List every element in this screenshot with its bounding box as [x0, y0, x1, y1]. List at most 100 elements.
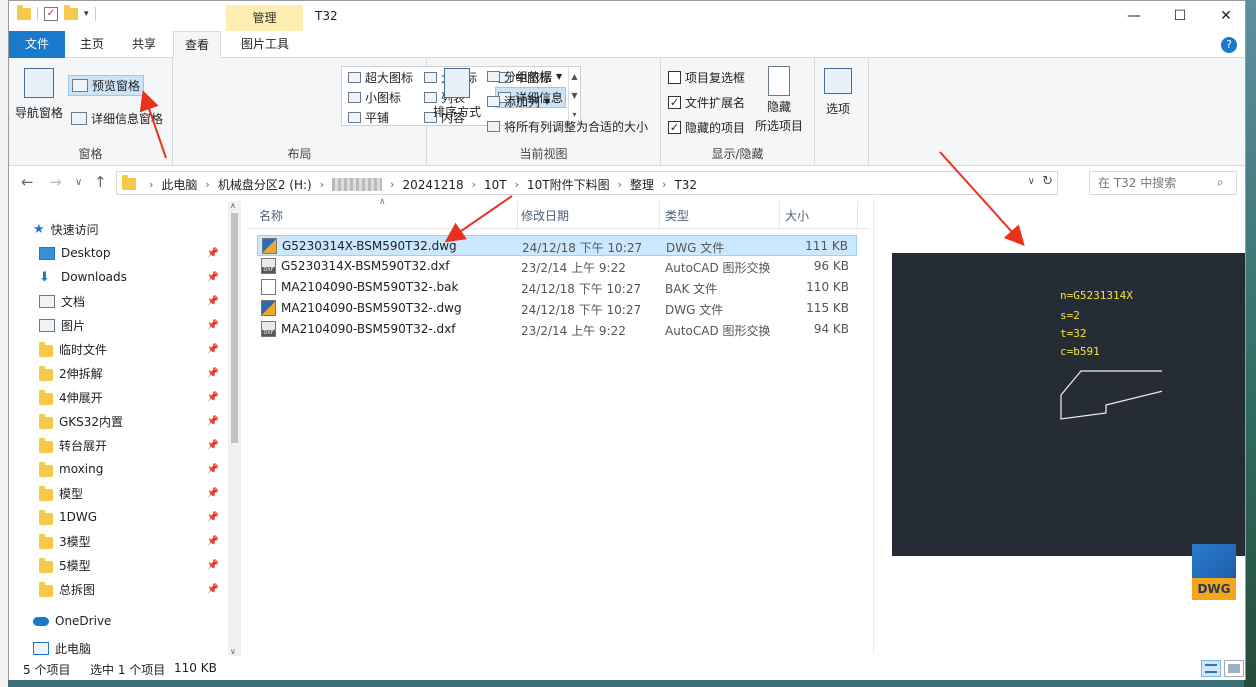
sidebar-item-this-pc[interactable]: 此电脑 — [33, 639, 253, 657]
breadcrumb-item[interactable]: 整理 — [630, 176, 654, 193]
column-divider[interactable] — [779, 201, 780, 229]
layout-small-icons[interactable]: 小图标 — [348, 89, 401, 106]
sidebar-item[interactable]: 总拆图 📌 — [39, 577, 259, 601]
file-row[interactable]: MA2104090-BSM590T32-.dwg 24/12/18 下午 10:2… — [257, 298, 857, 319]
file-row[interactable]: MA2104090-BSM590T32-.bak 24/12/18 下午 10:2… — [257, 277, 857, 298]
sidebar-item-onedrive[interactable]: OneDrive — [33, 609, 253, 633]
tab-file[interactable]: 文件 — [9, 31, 65, 58]
search-input[interactable]: 在 T32 中搜索 — [1089, 171, 1237, 195]
navigation-scrollbar[interactable]: ∧ ∨ — [228, 201, 241, 656]
scrollbar-thumb[interactable] — [231, 213, 238, 443]
forward-icon[interactable]: → — [49, 173, 62, 191]
search-icon[interactable]: ⌕ — [1217, 175, 1224, 190]
sidebar-item[interactable]: 模型 📌 — [39, 481, 259, 505]
pin-icon[interactable]: 📌 — [207, 536, 219, 547]
file-row[interactable]: G5230314X-BSM590T32.dxf 23/2/14 上午 9:22 Au… — [257, 256, 857, 277]
pin-icon[interactable]: 📌 — [207, 320, 219, 331]
pin-icon[interactable]: 📌 — [207, 512, 219, 523]
hidden-items-checkbox[interactable]: ✓ — [668, 121, 681, 134]
add-column-button[interactable]: 添加列 ▼ — [487, 93, 550, 110]
address-bar[interactable]: › 此电脑 › 机械盘分区2 (H:) › › 20241218 › 10T › 10T… — [116, 171, 1058, 195]
sidebar-item[interactable]: 1DWG 📌 — [39, 505, 259, 529]
breadcrumb-item[interactable]: 机械盘分区2 (H:) — [218, 176, 312, 193]
pin-icon[interactable]: 📌 — [207, 392, 219, 403]
details-pane-button[interactable]: 详细信息窗格 — [71, 110, 163, 127]
sidebar-item[interactable]: 转台展开 📌 — [39, 433, 259, 457]
help-icon[interactable]: ? — [1221, 37, 1237, 53]
sidebar-item[interactable]: 文档 📌 — [39, 289, 259, 313]
tab-picture-tools[interactable]: 图片工具 — [227, 31, 303, 58]
breadcrumb-item[interactable]: 20241218 — [403, 178, 464, 192]
breadcrumb-item-redacted[interactable] — [332, 178, 383, 191]
scroll-up-icon[interactable]: ∧ — [230, 201, 236, 210]
file-extensions-checkbox[interactable]: ✓ — [668, 96, 681, 109]
column-divider[interactable] — [517, 201, 518, 229]
column-header-date[interactable]: 修改日期 — [521, 207, 569, 224]
pin-icon[interactable]: 📌 — [207, 416, 219, 427]
pin-icon[interactable]: 📌 — [207, 368, 219, 379]
tab-manage[interactable]: 管理 — [226, 5, 303, 31]
sidebar-item[interactable]: Desktop 📌 — [39, 241, 259, 265]
column-header-size[interactable]: 大小 — [785, 207, 809, 224]
close-button[interactable]: ✕ — [1203, 1, 1249, 31]
navigation-pane-button[interactable]: 导航窗格 — [15, 68, 63, 121]
pin-icon[interactable]: 📌 — [207, 488, 219, 499]
pin-icon[interactable]: 📌 — [207, 248, 219, 259]
minimize-button[interactable]: — — [1111, 1, 1157, 31]
breadcrumb-item[interactable]: 此电脑 — [161, 176, 197, 193]
address-dropdown-icon[interactable]: ∨ — [1028, 176, 1035, 187]
hide-selected-button[interactable]: 隐藏 所选项目 — [755, 66, 803, 134]
pin-icon[interactable]: 📌 — [207, 344, 219, 355]
back-icon[interactable]: ← — [21, 173, 34, 191]
pin-icon[interactable]: 📌 — [207, 272, 219, 283]
hidden-items-toggle[interactable]: ✓ 隐藏的项目 — [668, 119, 745, 136]
pin-icon[interactable]: 📌 — [207, 584, 219, 595]
options-button[interactable]: 选项 — [824, 68, 852, 117]
breadcrumb-item[interactable]: 10T附件下料图 — [527, 176, 610, 193]
file-row[interactable]: G5230314X-BSM590T32.dwg 24/12/18 下午 10:27… — [257, 235, 857, 256]
large-icons-view-button[interactable] — [1224, 660, 1244, 677]
pane-divider[interactable] — [873, 199, 874, 654]
sidebar-item[interactable]: ⬇ Downloads 📌 — [39, 265, 259, 289]
refresh-icon[interactable]: ↻ — [1042, 174, 1053, 189]
sidebar-item[interactable]: 3模型 📌 — [39, 529, 259, 553]
tab-home[interactable]: 主页 — [69, 31, 115, 58]
pin-icon[interactable]: 📌 — [207, 560, 219, 571]
group-by-button[interactable]: 分组依据 ▼ — [487, 68, 562, 85]
up-icon[interactable]: ↑ — [94, 173, 107, 191]
customize-toolbar-icon[interactable]: ▾ — [84, 9, 89, 19]
pin-icon[interactable]: 📌 — [207, 296, 219, 307]
sidebar-item-quick-access[interactable]: ★ 快速访问 — [33, 217, 253, 241]
tab-share[interactable]: 共享 — [121, 31, 167, 58]
sidebar-item[interactable]: GKS32内置 📌 — [39, 409, 259, 433]
sidebar-item[interactable]: 5模型 📌 — [39, 553, 259, 577]
item-checkboxes-checkbox[interactable] — [668, 71, 681, 84]
file-extensions-toggle[interactable]: ✓ 文件扩展名 — [668, 94, 745, 111]
item-checkboxes-toggle[interactable]: 项目复选框 — [668, 69, 745, 86]
pin-icon[interactable]: 📌 — [207, 464, 219, 475]
new-folder-icon[interactable] — [64, 5, 78, 20]
sidebar-item[interactable]: 4伸展开 📌 — [39, 385, 259, 409]
sidebar-item[interactable]: 图片 📌 — [39, 313, 259, 337]
size-columns-button[interactable]: 将所有列调整为合适的大小 — [487, 118, 648, 135]
sidebar-item[interactable]: moxing 📌 — [39, 457, 259, 481]
sidebar-item[interactable]: 临时文件 📌 — [39, 337, 259, 361]
properties-icon[interactable]: ✓ — [44, 7, 58, 21]
recent-locations-icon[interactable]: ∨ — [75, 177, 82, 188]
sidebar-item[interactable]: 2伸拆解 📌 — [39, 361, 259, 385]
column-divider[interactable] — [857, 201, 858, 229]
layout-extra-large-icons[interactable]: 超大图标 — [348, 69, 413, 86]
column-divider[interactable] — [659, 201, 660, 229]
layout-tiles[interactable]: 平铺 — [348, 109, 389, 126]
column-header-type[interactable]: 类型 — [665, 207, 689, 224]
file-row[interactable]: MA2104090-BSM590T32-.dxf 23/2/14 上午 9:22 A… — [257, 319, 857, 340]
breadcrumb-item[interactable]: T32 — [674, 178, 697, 192]
preview-pane-button[interactable]: 预览窗格 — [68, 75, 145, 96]
sort-by-button[interactable]: 排序方式 — [433, 68, 481, 120]
maximize-button[interactable]: ☐ — [1157, 1, 1203, 31]
details-view-button[interactable] — [1201, 660, 1221, 677]
breadcrumb-item[interactable]: 10T — [484, 178, 507, 192]
tab-view[interactable]: 查看 — [173, 31, 221, 59]
scroll-down-icon[interactable]: ∨ — [230, 647, 236, 656]
column-header-name[interactable]: 名称 — [259, 207, 283, 224]
